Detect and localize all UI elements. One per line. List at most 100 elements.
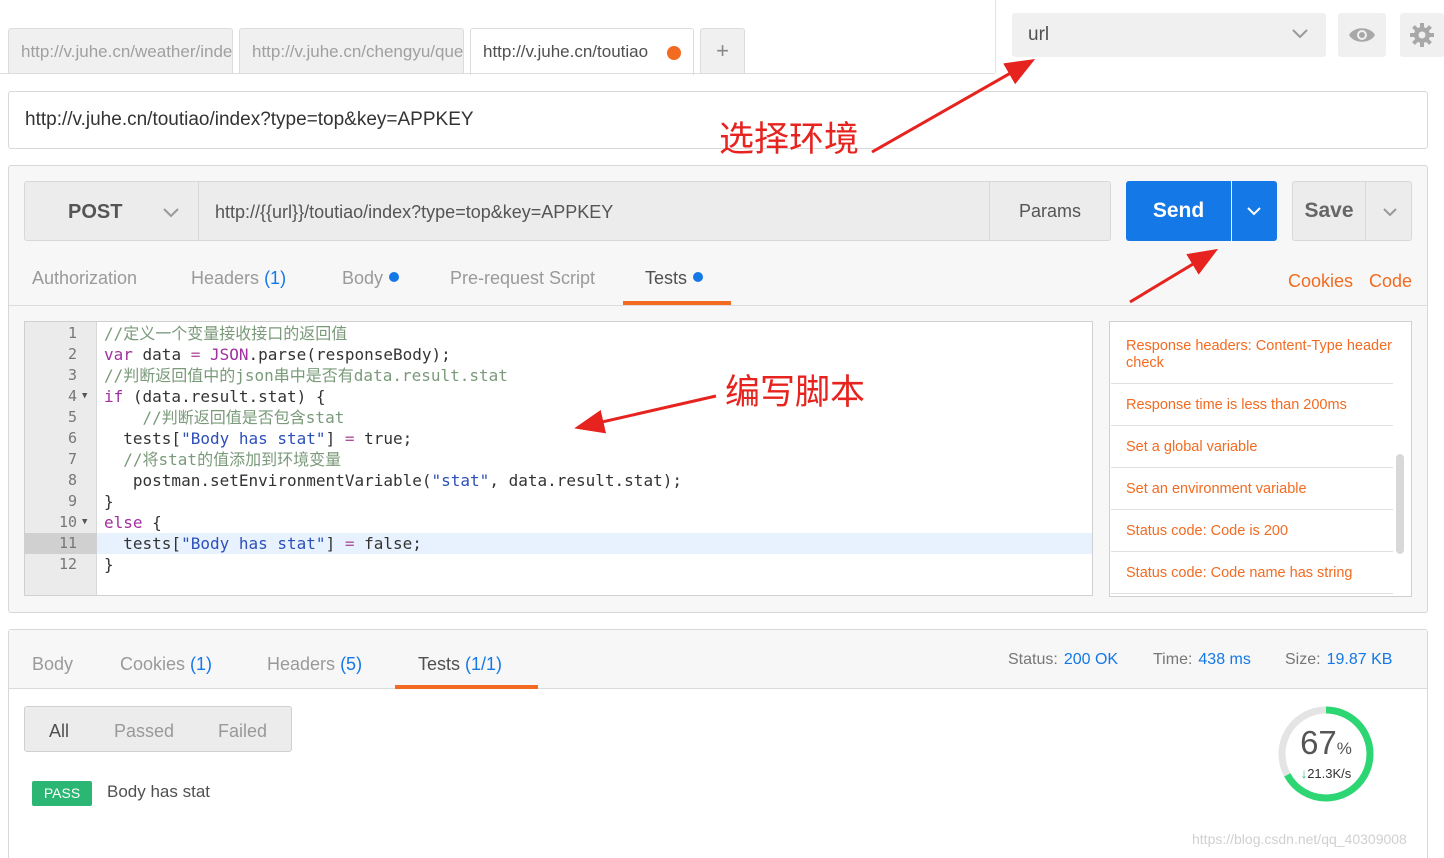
tests-count: (1/1) bbox=[465, 654, 503, 674]
snippet-item[interactable]: Status code: Code name has string bbox=[1111, 552, 1393, 594]
manage-environments-button[interactable] bbox=[1400, 13, 1444, 57]
response-tab-body[interactable]: Body bbox=[32, 654, 73, 675]
code-text: } bbox=[104, 491, 114, 512]
response-tab-headers[interactable]: Headers (5) bbox=[267, 654, 362, 675]
code-text: //定义一个变量接收接口的返回值 bbox=[104, 323, 347, 344]
snippets-scrollbar[interactable] bbox=[1396, 454, 1404, 554]
code-string: "Body has stat" bbox=[181, 429, 326, 448]
cookies-count: (1) bbox=[190, 654, 213, 674]
tab-label: Pre-request Script bbox=[450, 268, 596, 288]
method-select[interactable]: POST bbox=[24, 181, 200, 241]
tab-label: Body bbox=[342, 268, 384, 288]
line-number: 9 bbox=[67, 492, 77, 510]
code-text: //判断返回值中的json串中是否有data.result.stat bbox=[104, 365, 508, 386]
pass-badge: PASS bbox=[32, 781, 92, 806]
tab-body[interactable]: Body bbox=[342, 268, 400, 289]
code-line: 4 ▼ if (data.result.stat) { bbox=[25, 386, 1092, 407]
chevron-down-icon bbox=[163, 208, 179, 218]
line-number: 7 bbox=[67, 450, 77, 468]
code-line: 7 //将stat的值添加到环境变量 bbox=[25, 449, 1092, 470]
eye-icon bbox=[1349, 28, 1375, 42]
snippet-item[interactable]: Set an environment variable bbox=[1111, 468, 1393, 510]
code-token: tests[ bbox=[104, 429, 182, 448]
tab-label: Tests bbox=[645, 268, 688, 288]
code-comment: //定义一个变量接收接口的返回值 bbox=[104, 324, 348, 343]
response-size: Size: 19.87 KB bbox=[1285, 651, 1392, 669]
snippets-panel: Response headers: Content-Type header ch… bbox=[1109, 321, 1412, 597]
gauge-percent: 67% bbox=[1294, 724, 1358, 762]
method-label: POST bbox=[68, 201, 123, 223]
code-text: var data = JSON.parse(responseBody); bbox=[104, 344, 451, 365]
cookies-link[interactable]: Cookies bbox=[1288, 271, 1353, 292]
gauge-percent-sign: % bbox=[1336, 739, 1352, 758]
code-text: //判断返回值是否包含stat bbox=[104, 407, 345, 428]
tab-label: Body bbox=[32, 654, 74, 674]
code-token: , data.result.stat); bbox=[489, 471, 682, 490]
tab-authorization[interactable]: Authorization bbox=[32, 268, 137, 289]
environment-select[interactable]: url bbox=[1012, 13, 1326, 57]
filter-failed-button[interactable]: Failed bbox=[218, 721, 267, 742]
tests-code-editor[interactable]: 1 //定义一个变量接收接口的返回值 2 var data = JSON.par… bbox=[24, 321, 1093, 596]
code-comment: //将stat的值添加到环境变量 bbox=[104, 450, 342, 469]
size-value: 19.87 KB bbox=[1326, 651, 1393, 668]
save-button[interactable]: Save bbox=[1292, 181, 1366, 241]
annotation-write-script: 编写脚本 bbox=[725, 373, 866, 413]
request-tab-weather[interactable]: http://v.juhe.cn/weather/index bbox=[8, 28, 233, 74]
snippet-label: Response headers: Content-Type header ch… bbox=[1126, 338, 1393, 371]
tab-tests[interactable]: Tests bbox=[645, 268, 704, 289]
code-keyword: if bbox=[104, 387, 124, 406]
send-options-button[interactable] bbox=[1232, 181, 1277, 241]
request-tabs-divider bbox=[9, 305, 1427, 306]
request-name-field[interactable]: http://v.juhe.cn/toutiao/index?type=top&… bbox=[8, 91, 1428, 149]
filter-all-button[interactable]: All bbox=[49, 721, 69, 742]
snippet-item[interactable]: Set a global variable bbox=[1111, 426, 1393, 468]
header-divider bbox=[995, 0, 996, 73]
time-label: Time: bbox=[1153, 651, 1193, 668]
filter-passed-button[interactable]: Passed bbox=[114, 721, 174, 742]
send-button[interactable]: Send bbox=[1126, 181, 1231, 241]
code-line-active: 11 tests["Body has stat"] = false; bbox=[25, 533, 1092, 554]
code-link[interactable]: Code bbox=[1369, 271, 1412, 292]
params-button[interactable]: Params bbox=[989, 181, 1111, 241]
code-comment: //判断返回值是否包含stat bbox=[104, 408, 345, 427]
test-result-name: Body has stat bbox=[107, 782, 211, 801]
code-token: ] bbox=[325, 429, 345, 448]
add-tab-button[interactable]: + bbox=[700, 28, 745, 74]
snippet-item[interactable]: Status code: Code is 200 bbox=[1111, 510, 1393, 552]
status-label: Status: bbox=[1008, 651, 1058, 668]
status-value: 200 OK bbox=[1063, 651, 1119, 668]
request-tab-chengyu[interactable]: http://v.juhe.cn/chengyu/query bbox=[239, 28, 464, 74]
fold-arrow-icon[interactable]: ▼ bbox=[82, 386, 87, 407]
response-tab-cookies[interactable]: Cookies (1) bbox=[120, 654, 212, 675]
tab-label: Headers bbox=[267, 654, 336, 674]
tab-headers[interactable]: Headers (1) bbox=[191, 268, 286, 289]
environment-quick-look-button[interactable] bbox=[1338, 13, 1386, 57]
save-options-button[interactable] bbox=[1365, 181, 1412, 241]
code-token: ] bbox=[325, 534, 345, 553]
line-number: 3 bbox=[67, 366, 77, 384]
code-token: data bbox=[132, 345, 191, 364]
code-token: tests[ bbox=[104, 534, 182, 553]
code-line: 2 var data = JSON.parse(responseBody); bbox=[25, 344, 1092, 365]
snippet-item[interactable]: Response headers: Content-Type header ch… bbox=[1111, 326, 1393, 384]
code-token: true; bbox=[354, 429, 413, 448]
line-number: 1 bbox=[67, 324, 77, 342]
request-tab-toutiao[interactable]: http://v.juhe.cn/toutiao bbox=[470, 28, 694, 75]
gear-icon bbox=[1410, 23, 1434, 47]
gauge-speed: ↓21.3K/s bbox=[1294, 766, 1358, 781]
headers-count: (5) bbox=[340, 654, 363, 674]
annotation-select-environment: 选择环境 bbox=[719, 120, 860, 160]
headers-count: (1) bbox=[264, 268, 287, 288]
has-content-dot-icon bbox=[693, 272, 704, 282]
url-input[interactable]: http://{{url}}/toutiao/index?type=top&ke… bbox=[198, 181, 990, 241]
response-tab-tests[interactable]: Tests (1/1) bbox=[418, 654, 502, 675]
fold-arrow-icon[interactable]: ▼ bbox=[82, 512, 87, 533]
snippet-label: Response time is less than 200ms bbox=[1126, 397, 1347, 413]
code-line: 6 tests["Body has stat"] = true; bbox=[25, 428, 1092, 449]
code-token: (data.result.stat) { bbox=[123, 387, 326, 406]
code-token: } bbox=[104, 492, 114, 511]
tab-label: Headers bbox=[191, 268, 260, 288]
tab-pre-request-script[interactable]: Pre-request Script bbox=[450, 268, 595, 289]
snippet-item[interactable]: Response time is less than 200ms bbox=[1111, 384, 1393, 426]
